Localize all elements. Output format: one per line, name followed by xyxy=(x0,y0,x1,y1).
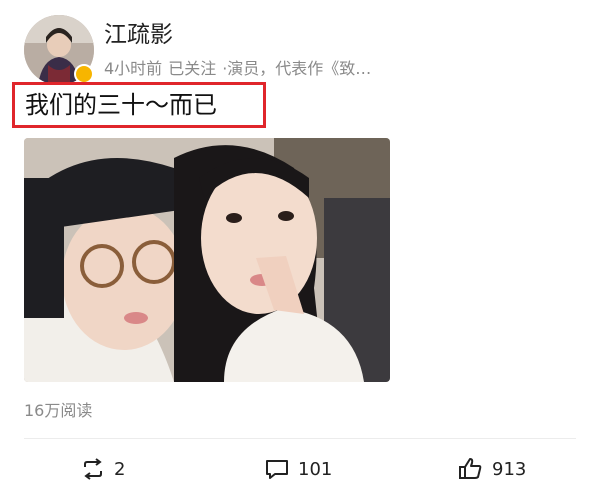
comment-button[interactable]: 101 xyxy=(264,454,332,484)
user-description: ·演员，代表作《致… xyxy=(222,59,372,78)
post-photo[interactable] xyxy=(24,138,390,382)
verified-badge xyxy=(74,64,94,84)
thumbs-up-icon xyxy=(458,457,484,481)
username[interactable]: 江疏影 xyxy=(104,20,173,50)
follow-status: 已关注 xyxy=(168,59,217,78)
repost-button[interactable]: 2 xyxy=(80,454,125,484)
repost-icon xyxy=(80,457,106,481)
post-text: 我们的三十～而已 xyxy=(12,82,266,128)
comment-icon xyxy=(264,457,290,481)
post-meta: 4小时前 已关注 ·演员，代表作《致… xyxy=(104,58,434,80)
like-button[interactable]: 913 xyxy=(458,454,526,484)
divider xyxy=(24,438,576,439)
like-count: 913 xyxy=(492,458,527,480)
repost-count: 2 xyxy=(114,458,126,480)
post-time: 4小时前 xyxy=(104,59,163,78)
comment-count: 101 xyxy=(298,458,333,480)
weibo-post-card: 江疏影 4小时前 已关注 ·演员，代表作《致… 我们的三十～而已 16万阅读 2… xyxy=(0,0,600,491)
view-count: 16万阅读 xyxy=(24,401,93,420)
selfie-photo xyxy=(24,138,390,382)
